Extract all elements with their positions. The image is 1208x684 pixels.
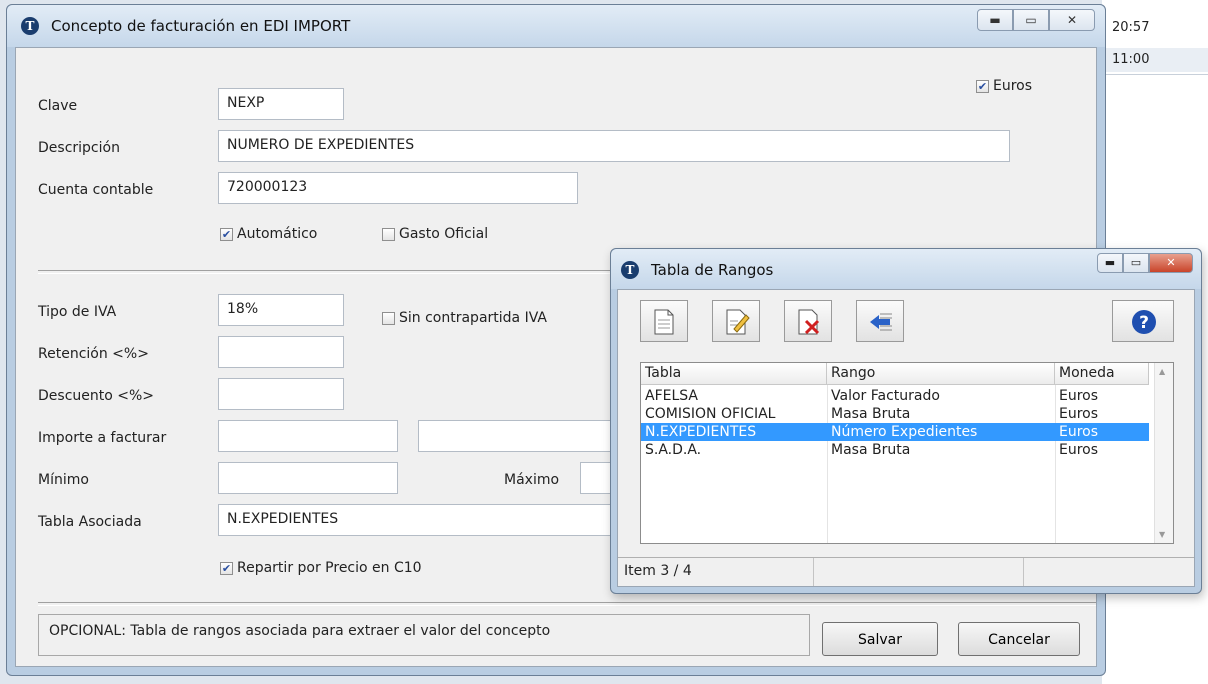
importe-label: Importe a facturar xyxy=(38,430,167,446)
column-header-rango[interactable]: Rango xyxy=(827,363,1055,385)
status-cell xyxy=(814,558,1024,586)
check-icon: ✔ xyxy=(220,561,233,575)
retencion-label: Retención <%> xyxy=(38,346,149,362)
table-scrollbar[interactable]: ▲ ▼ xyxy=(1154,363,1173,543)
minimo-input[interactable] xyxy=(218,462,398,494)
maximize-button[interactable]: ▭ xyxy=(1013,9,1049,31)
check-icon: ✔ xyxy=(220,227,233,241)
cuenta-contable-label: Cuenta contable xyxy=(38,182,154,198)
back-arrow-icon xyxy=(870,313,892,331)
app-icon: T xyxy=(21,17,39,35)
delete-document-icon xyxy=(798,309,820,335)
gasto-oficial-checkbox[interactable]: Gasto Oficial xyxy=(382,226,488,242)
help-icon: ? xyxy=(1132,310,1156,334)
sin-contrapartida-checkbox[interactable]: Sin contrapartida IVA xyxy=(382,310,547,326)
importe-input[interactable] xyxy=(218,420,398,452)
app-icon: T xyxy=(621,261,639,279)
euros-label: Euros xyxy=(993,78,1033,94)
euros-checkbox[interactable]: ✔ Euros xyxy=(976,78,1032,94)
background-time-1: 20:57 xyxy=(1112,20,1150,35)
dialog-close-button[interactable]: ✕ xyxy=(1149,253,1193,273)
tipo-iva-input[interactable]: 18% xyxy=(218,294,344,326)
edit-document-icon xyxy=(726,309,750,335)
minimo-label: Mínimo xyxy=(38,472,89,488)
main-title-bar[interactable]: T Concepto de facturación en EDI IMPORT … xyxy=(7,5,1105,47)
dialog-body: ? Tabla Rango Moneda AFELSA Valor Factur… xyxy=(617,289,1195,587)
main-window-title: Concepto de facturación en EDI IMPORT xyxy=(51,17,351,35)
table-row-selected[interactable]: N.EXPEDIENTES Número Expedientes Euros xyxy=(641,423,1149,441)
rangos-table: Tabla Rango Moneda AFELSA Valor Facturad… xyxy=(640,362,1174,544)
tipo-iva-label: Tipo de IVA xyxy=(38,304,117,320)
status-message: OPCIONAL: Tabla de rangos asociada para … xyxy=(38,614,810,656)
scroll-down-icon[interactable]: ▼ xyxy=(1159,530,1165,539)
divider xyxy=(38,602,1096,606)
descripcion-input[interactable]: NUMERO DE EXPEDIENTES xyxy=(218,130,1010,162)
dialog-title: Tabla de Rangos xyxy=(651,261,774,279)
svg-text:?: ? xyxy=(1139,313,1149,333)
table-row[interactable]: AFELSA Valor Facturado Euros xyxy=(641,387,1149,405)
gasto-oficial-label: Gasto Oficial xyxy=(399,226,489,242)
descuento-label: Descuento <%> xyxy=(38,388,155,404)
clave-label: Clave xyxy=(38,98,78,114)
status-cell xyxy=(1024,558,1184,586)
delete-record-button[interactable] xyxy=(784,300,832,342)
column-header-moneda[interactable]: Moneda xyxy=(1055,363,1149,385)
new-record-button[interactable] xyxy=(640,300,688,342)
tabla-rangos-dialog: T Tabla de Rangos ▬ ▭ ✕ ? Tabla Rango Mo… xyxy=(610,248,1202,594)
retencion-input[interactable] xyxy=(218,336,344,368)
column-header-tabla[interactable]: Tabla xyxy=(641,363,827,385)
cancel-button[interactable]: Cancelar xyxy=(958,622,1080,656)
back-button[interactable] xyxy=(856,300,904,342)
clave-input[interactable]: NEXP xyxy=(218,88,344,120)
item-counter: Item 3 / 4 xyxy=(618,558,814,586)
close-button[interactable]: ✕ xyxy=(1049,9,1095,31)
edit-record-button[interactable] xyxy=(712,300,760,342)
cuenta-contable-input[interactable]: 720000123 xyxy=(218,172,578,204)
save-button[interactable]: Salvar xyxy=(822,622,938,656)
check-icon: ✔ xyxy=(976,79,989,93)
background-divider xyxy=(1106,74,1208,75)
descuento-input[interactable] xyxy=(218,378,344,410)
tabla-asociada-input[interactable]: N.EXPEDIENTES xyxy=(218,504,618,536)
repartir-label: Repartir por Precio en C10 xyxy=(237,560,422,576)
dialog-status-bar: Item 3 / 4 xyxy=(618,557,1194,586)
scroll-up-icon[interactable]: ▲ xyxy=(1159,367,1165,376)
table-row[interactable]: S.A.D.A. Masa Bruta Euros xyxy=(641,441,1149,459)
automatico-label: Automático xyxy=(237,226,318,242)
descripcion-label: Descripción xyxy=(38,140,120,156)
dialog-minimize-button[interactable]: ▬ xyxy=(1097,253,1123,273)
dialog-title-bar[interactable]: T Tabla de Rangos ▬ ▭ ✕ xyxy=(611,249,1201,289)
new-document-icon xyxy=(654,309,674,335)
table-row[interactable]: COMISION OFICIAL Masa Bruta Euros xyxy=(641,405,1149,423)
minimize-button[interactable]: ▬ xyxy=(977,9,1013,31)
maximo-label: Máximo xyxy=(504,472,560,488)
background-time-2: 11:00 xyxy=(1104,48,1208,72)
automatico-checkbox[interactable]: ✔ Automático xyxy=(220,226,317,242)
sin-contrapartida-label: Sin contrapartida IVA xyxy=(399,310,547,326)
help-button[interactable]: ? xyxy=(1112,300,1174,342)
dialog-maximize-button[interactable]: ▭ xyxy=(1123,253,1149,273)
importe-secondary-input[interactable] xyxy=(418,420,618,452)
tabla-asociada-label: Tabla Asociada xyxy=(38,514,142,530)
repartir-checkbox[interactable]: ✔ Repartir por Precio en C10 xyxy=(220,560,422,576)
